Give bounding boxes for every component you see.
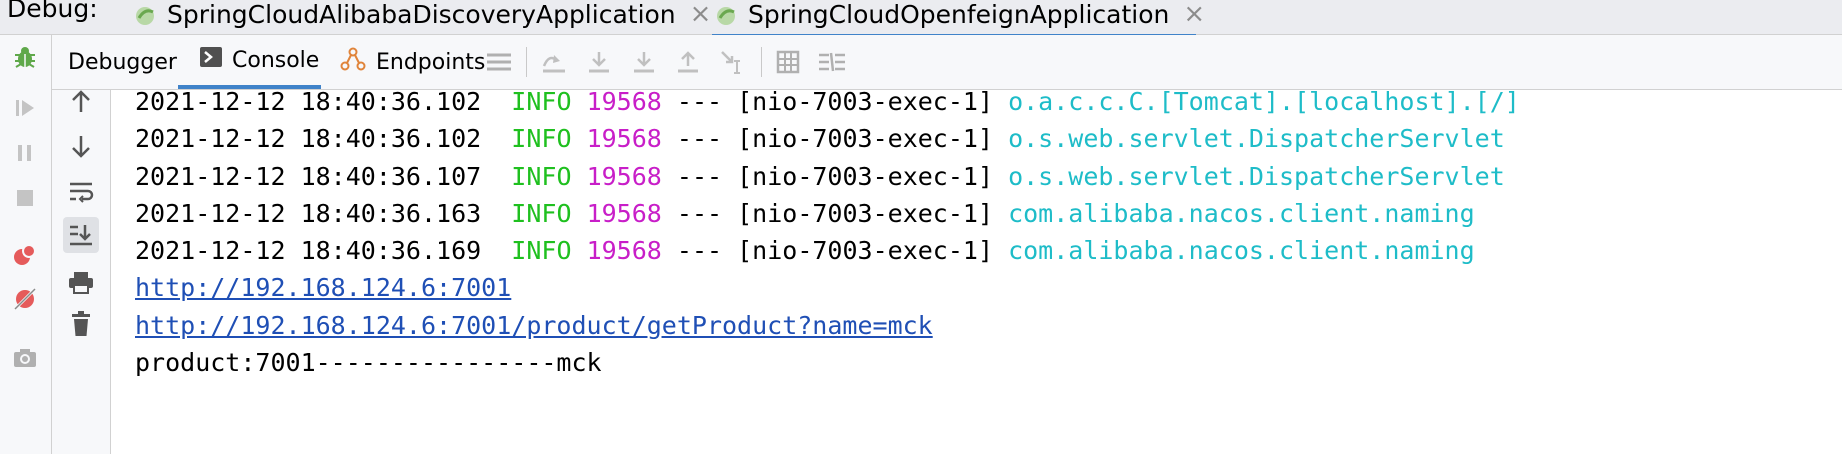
tab-label: Endpoints: [376, 49, 486, 75]
log-line: 2021-12-12 18:40:36.102 INFO 19568 --- […: [135, 90, 1520, 116]
endpoints-icon: [340, 47, 366, 77]
debug-label: Debug:: [7, 0, 98, 23]
stop-icon[interactable]: [7, 180, 43, 216]
view-breakpoints-icon[interactable]: [7, 237, 43, 273]
console-side-toolbar: [52, 90, 111, 454]
resume-icon[interactable]: [7, 90, 43, 126]
mute-breakpoints-icon[interactable]: [7, 281, 43, 317]
console-link[interactable]: http://192.168.124.6:7001: [135, 268, 511, 308]
run-tab-openfeign[interactable]: SpringCloudOpenfeignApplication ×: [712, 0, 1205, 39]
run-tab-discovery[interactable]: SpringCloudAlibabaDiscoveryApplication ×: [131, 0, 711, 34]
console-output[interactable]: 2021-12-12 18:40:36.102 INFO 19568 --- […: [111, 90, 1842, 454]
console-link[interactable]: http://192.168.124.6:7001/product/getPro…: [135, 306, 933, 346]
log-line: 2021-12-12 18:40:36.163 INFO 19568 --- […: [135, 199, 1475, 228]
run-tab-title: SpringCloudAlibabaDiscoveryApplication: [167, 0, 676, 29]
evaluate-expression-icon[interactable]: [773, 48, 803, 76]
console-icon: [200, 47, 222, 73]
toolbar-divider: [526, 47, 527, 77]
log-line: 2021-12-12 18:40:36.169 INFO 19568 --- […: [135, 236, 1475, 265]
close-icon[interactable]: ×: [690, 0, 712, 29]
pause-icon[interactable]: [7, 135, 43, 171]
debug-bug-icon[interactable]: [7, 40, 43, 76]
log-line: 2021-12-12 18:40:36.102 INFO 19568 --- […: [135, 124, 1505, 153]
debug-tabs-toolbar: Debugger Console Endpoints: [52, 35, 1842, 90]
spring-boot-icon: [131, 3, 159, 25]
debug-side-toolbar: [0, 35, 52, 454]
camera-icon[interactable]: [7, 340, 43, 376]
spring-boot-icon: [712, 3, 740, 25]
tab-endpoints[interactable]: Endpoints: [340, 35, 485, 89]
tab-debugger[interactable]: Debugger: [68, 35, 177, 89]
tab-label: Console: [232, 47, 320, 73]
log-line: 2021-12-12 18:40:36.107 INFO 19568 --- […: [135, 162, 1505, 191]
tab-label: Debugger: [68, 49, 177, 75]
soft-wrap-icon[interactable]: [63, 174, 99, 210]
console-output-line: product:7001----------------mck: [135, 348, 602, 377]
force-step-into-icon[interactable]: [629, 48, 659, 76]
trace-stream-icon[interactable]: [817, 48, 847, 76]
trash-icon[interactable]: [63, 306, 99, 342]
step-out-icon[interactable]: [673, 48, 703, 76]
tab-console[interactable]: Console: [178, 35, 321, 89]
step-into-icon[interactable]: [584, 48, 614, 76]
layout-menu-icon[interactable]: [484, 48, 514, 76]
arrow-up-icon[interactable]: [63, 84, 99, 120]
arrow-down-icon[interactable]: [63, 128, 99, 164]
print-icon[interactable]: [63, 264, 99, 300]
run-to-cursor-icon[interactable]: [717, 48, 747, 76]
step-over-icon[interactable]: [539, 48, 569, 76]
toolbar-divider: [761, 47, 762, 77]
close-icon[interactable]: ×: [1183, 0, 1205, 29]
debug-tab-strip: Debug: SpringCloudAlibabaDiscoveryApplic…: [0, 0, 1842, 39]
run-tab-title: SpringCloudOpenfeignApplication: [748, 0, 1170, 29]
scroll-to-end-icon[interactable]: [63, 217, 99, 253]
